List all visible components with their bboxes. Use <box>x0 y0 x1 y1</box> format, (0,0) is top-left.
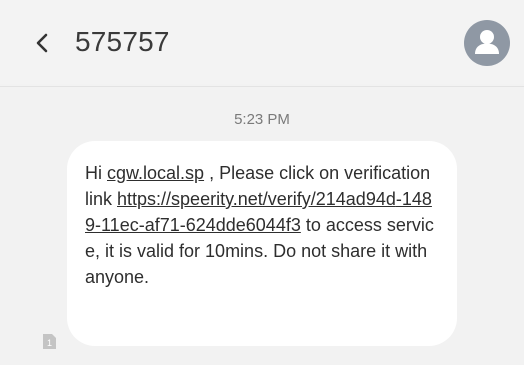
person-icon <box>475 30 499 54</box>
sim-badge-number: 1 <box>47 338 52 348</box>
user-link[interactable]: cgw.local.sp <box>107 163 204 183</box>
sender-number: 575757 <box>75 26 170 57</box>
sim-card-icon: 1 <box>43 334 56 349</box>
back-arrow-icon <box>36 33 48 53</box>
back-button[interactable] <box>30 30 56 56</box>
contact-avatar[interactable] <box>464 20 510 66</box>
verification-link-part1: https://speerity.net/verify/214ad94d <box>117 189 396 209</box>
message-timestamp: 5:23 PM <box>234 111 290 128</box>
message-bubble[interactable]: Hi cgw.local.sp , Please click on verifi… <box>67 141 457 346</box>
message-greeting: Hi <box>85 163 107 183</box>
conversation-header: 575757 <box>0 0 524 84</box>
message-text: Hi cgw.local.sp , Please click on verifi… <box>85 160 439 290</box>
